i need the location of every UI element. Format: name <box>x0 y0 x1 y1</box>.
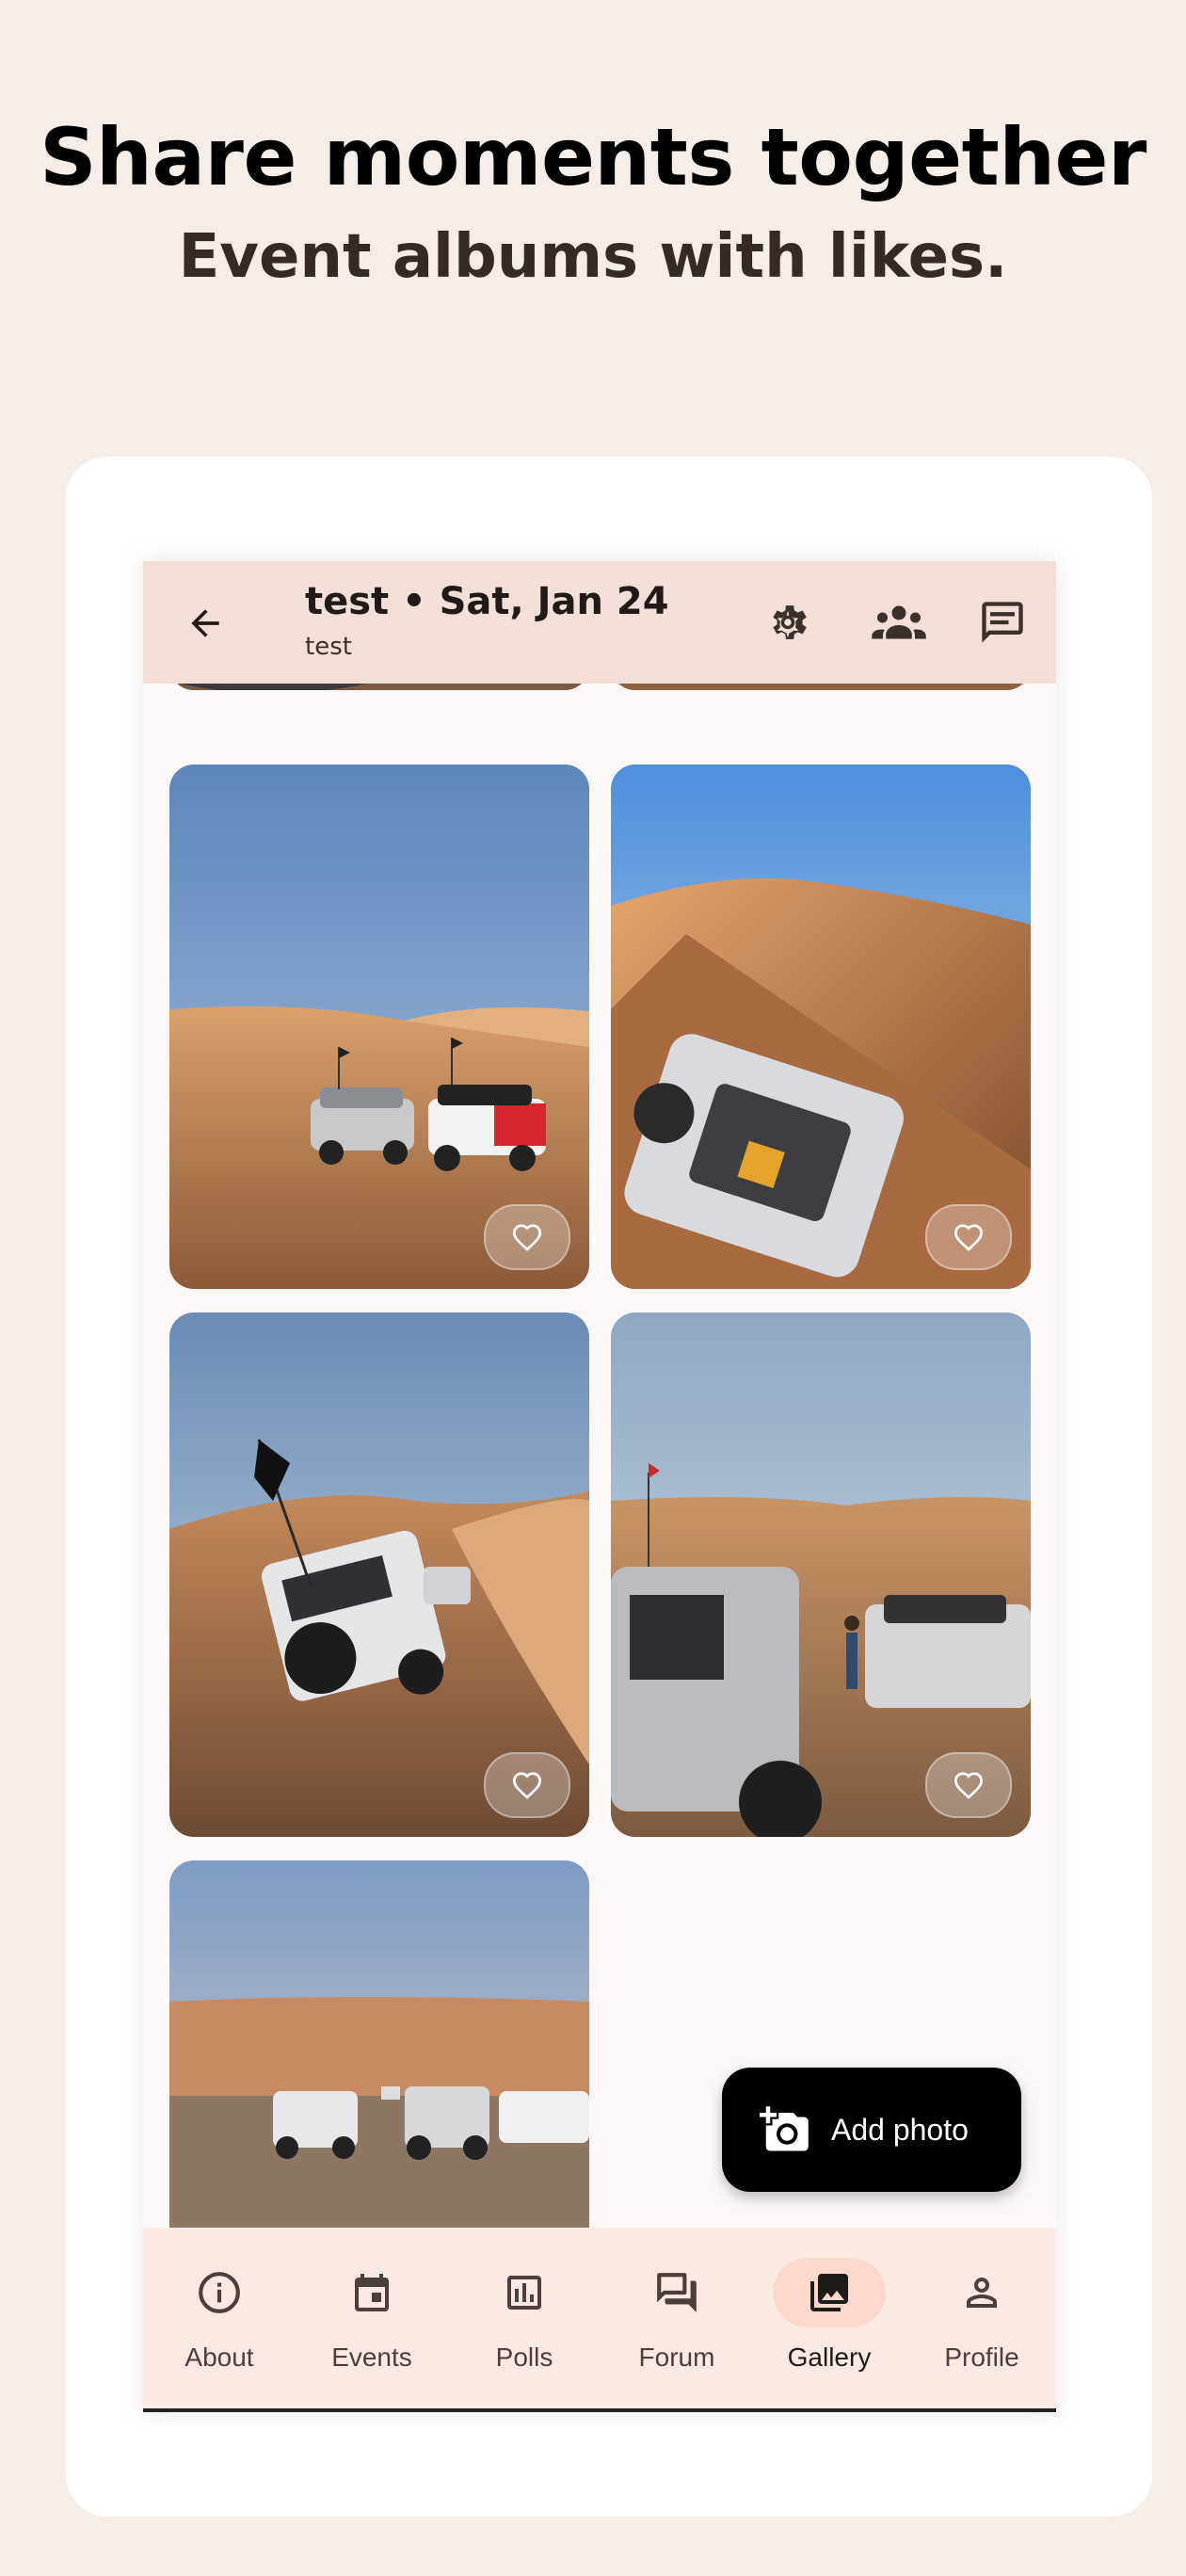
info-icon <box>199 2272 240 2313</box>
add-photo-label: Add photo <box>831 2112 969 2147</box>
nav-item-polls[interactable]: Polls <box>448 2228 601 2408</box>
chat-button[interactable] <box>974 594 1031 651</box>
gallery-icon <box>810 2274 848 2311</box>
poll-icon <box>507 2276 541 2310</box>
screen-bottom-line <box>143 2408 1056 2412</box>
hero-title: Share moments together <box>40 111 1146 203</box>
like-button[interactable] <box>925 1752 1012 1818</box>
photo-tile[interactable] <box>169 1312 589 1837</box>
gear-icon <box>773 605 807 639</box>
add-photo-icon <box>758 2102 812 2157</box>
nav-label: Events <box>331 2343 412 2372</box>
nav-item-gallery[interactable]: Gallery <box>753 2228 906 2408</box>
calendar-icon <box>355 2274 389 2311</box>
heart-icon <box>954 1224 984 1251</box>
person-icon <box>967 2278 997 2308</box>
chat-icon <box>982 602 1023 643</box>
heart-icon <box>512 1772 542 1799</box>
event-subtitle: test <box>305 633 352 661</box>
members-button[interactable] <box>866 594 932 651</box>
nav-item-profile[interactable]: Profile <box>906 2228 1056 2408</box>
arrow-back-icon <box>191 609 219 637</box>
hero-subtitle: Event albums with likes. <box>178 222 1008 292</box>
heart-icon <box>954 1772 984 1799</box>
nav-item-events[interactable]: Events <box>296 2228 448 2408</box>
photo-grid <box>143 561 1056 2228</box>
like-button[interactable] <box>484 1204 570 1270</box>
nav-label: Polls <box>495 2343 553 2372</box>
nav-item-forum[interactable]: Forum <box>601 2228 753 2408</box>
photo-tile[interactable] <box>169 765 589 1289</box>
nav-label: Gallery <box>787 2343 872 2372</box>
settings-button[interactable] <box>760 594 816 651</box>
photo-tile[interactable] <box>611 765 1031 1289</box>
photo-tile[interactable] <box>169 1860 589 2228</box>
app-screen: test • Sat, Jan 24 test Add photo About <box>143 561 1056 2412</box>
like-button[interactable] <box>484 1752 570 1818</box>
app-bar: test • Sat, Jan 24 test <box>143 561 1056 684</box>
event-title: test • Sat, Jan 24 <box>305 580 669 623</box>
nav-item-about[interactable]: About <box>143 2228 296 2408</box>
nav-label: Profile <box>944 2343 1019 2372</box>
back-button[interactable] <box>179 597 232 650</box>
like-button[interactable] <box>925 1204 1012 1270</box>
heart-icon <box>512 1224 542 1251</box>
bottom-navigation: About Events Polls Forum Gallery Profile <box>143 2228 1056 2408</box>
photo-image <box>169 1860 589 2228</box>
group-icon <box>872 605 926 639</box>
add-photo-button[interactable]: Add photo <box>722 2068 1021 2192</box>
forum-icon <box>657 2273 697 2312</box>
nav-label: About <box>184 2343 254 2372</box>
nav-label: Forum <box>638 2343 715 2372</box>
photo-tile[interactable] <box>611 1312 1031 1837</box>
